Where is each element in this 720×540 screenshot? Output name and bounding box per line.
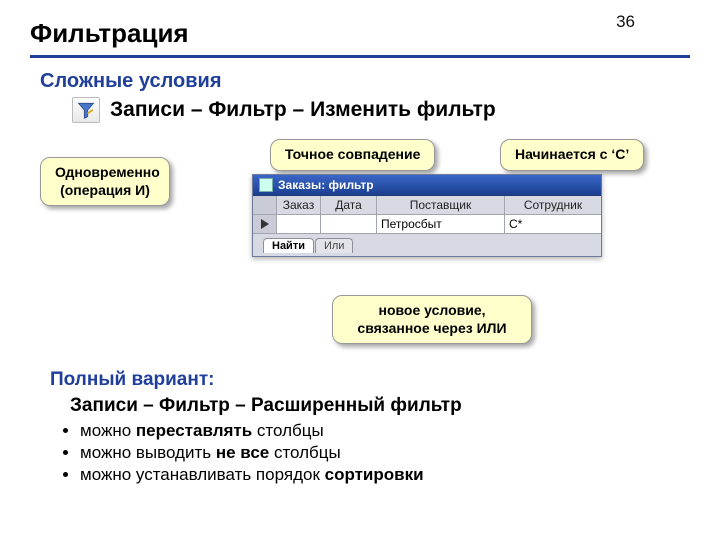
grid-row: Петросбыт С*: [253, 215, 601, 233]
bullet-list: можно переставлять столбцы можно выводит…: [80, 421, 720, 485]
cell-order[interactable]: [277, 215, 321, 233]
diagram-area: Одновременно (операция И) Точное совпаде…: [0, 139, 720, 289]
window-title: Заказы: фильтр: [278, 178, 374, 192]
full-variant-block: Полный вариант: Записи – Фильтр – Расшир…: [50, 369, 720, 485]
cell-supplier[interactable]: Петросбыт: [377, 215, 505, 233]
slide-number: 36: [616, 12, 635, 32]
grid-header: Заказ Дата Поставщик Сотрудник: [253, 196, 601, 215]
menu-path-text: Записи – Фильтр – Изменить фильтр: [110, 98, 496, 122]
callout-exact: Точное совпадение: [270, 139, 435, 171]
bullet-3: можно устанавливать порядок сортировки: [80, 465, 720, 485]
menu-path-row: Записи – Фильтр – Изменить фильтр: [72, 97, 720, 123]
row-pointer-icon: [261, 219, 269, 229]
tab-or[interactable]: Или: [315, 238, 353, 253]
tab-strip: Найти Или: [253, 233, 601, 256]
filter-edit-icon: [72, 97, 100, 123]
subheading: Сложные условия: [40, 70, 720, 93]
page-title: Фильтрация: [0, 0, 720, 51]
full-variant-path: Записи – Фильтр – Расширенный фильтр: [70, 395, 720, 417]
bullet-2: можно выводить не все столбцы: [80, 443, 720, 463]
bullet-1: можно переставлять столбцы: [80, 421, 720, 441]
col-header-order: Заказ: [277, 196, 321, 214]
cell-employee[interactable]: С*: [505, 215, 601, 233]
callout-or-condition: новое условие, связанное через ИЛИ: [332, 295, 532, 344]
full-variant-heading: Полный вариант:: [50, 369, 720, 391]
col-header-supplier: Поставщик: [377, 196, 505, 214]
col-header-date: Дата: [321, 196, 377, 214]
window-titlebar: Заказы: фильтр: [253, 175, 601, 196]
filter-window: Заказы: фильтр Заказ Дата Поставщик Сотр…: [252, 174, 602, 257]
window-icon: [259, 178, 273, 192]
callout-and: Одновременно (операция И): [40, 157, 170, 206]
tab-find[interactable]: Найти: [263, 238, 314, 253]
col-header-employee: Сотрудник: [505, 196, 601, 214]
callout-starts: Начинается с ‘С’: [500, 139, 644, 171]
row-selector[interactable]: [253, 215, 277, 233]
row-selector-header: [253, 196, 277, 214]
title-underline: [30, 55, 690, 58]
cell-date[interactable]: [321, 215, 377, 233]
